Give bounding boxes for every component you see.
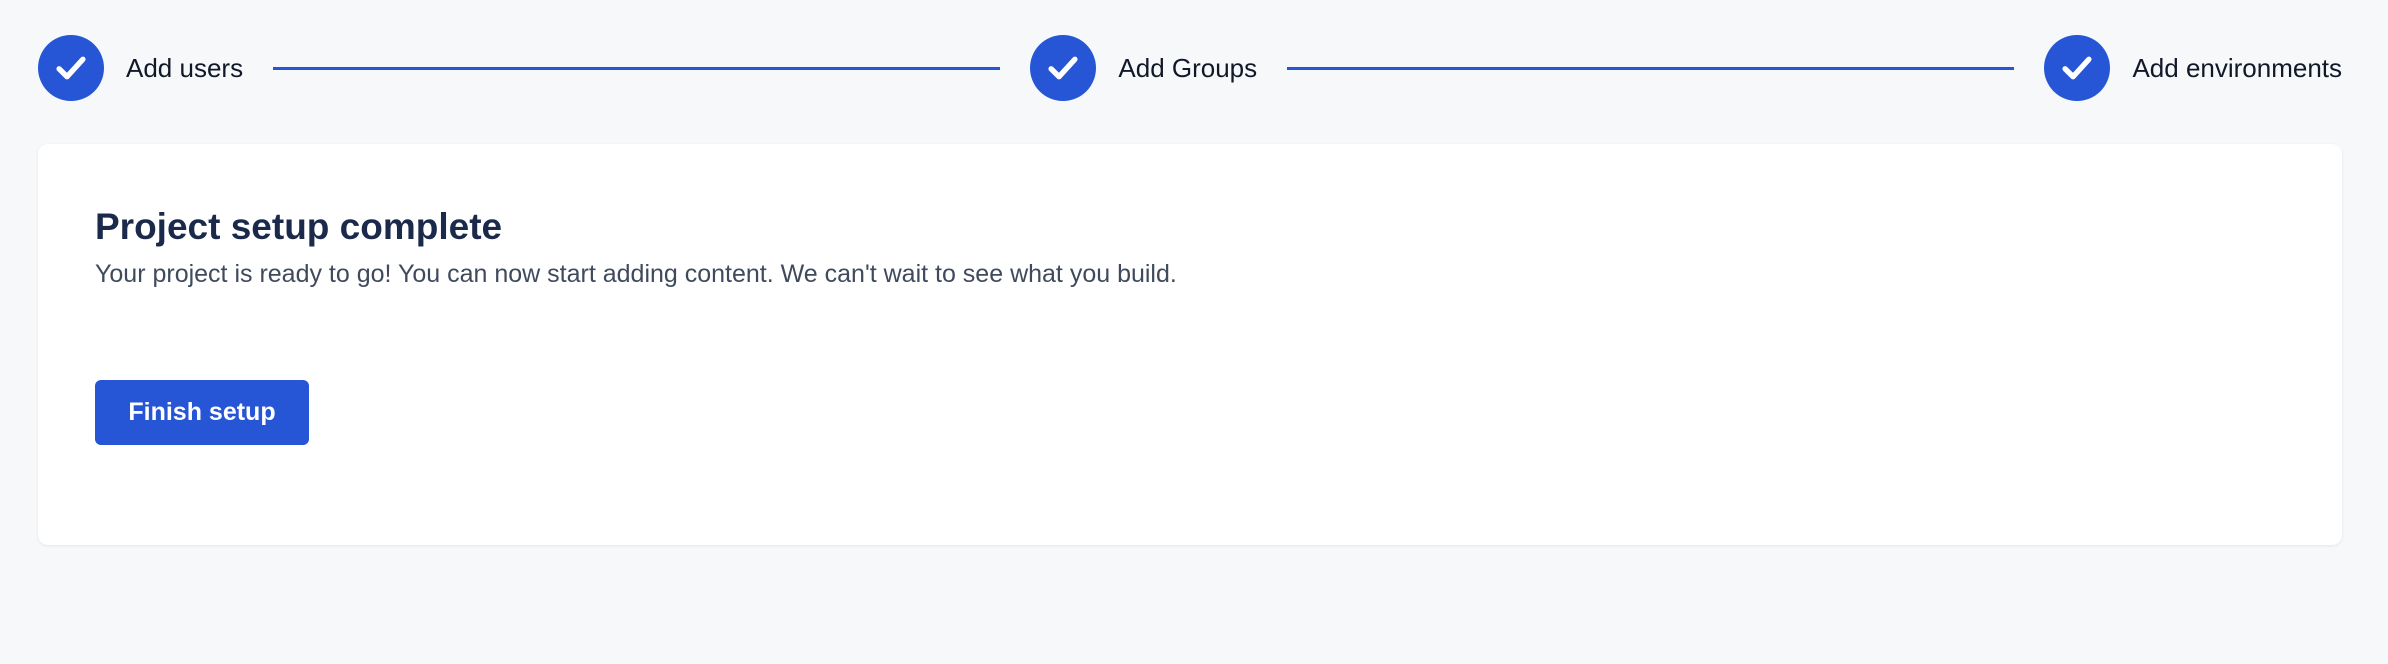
check-icon (2062, 56, 2093, 80)
step-label: Add environments (2132, 52, 2343, 83)
step-complete-indicator (2044, 35, 2111, 101)
finish-setup-button[interactable]: Finish setup (95, 380, 309, 445)
check-icon (56, 56, 86, 80)
step-connector (273, 66, 1001, 70)
step-complete-indicator (1030, 35, 1097, 101)
step-complete-indicator (38, 35, 104, 101)
step-connector (1287, 66, 2015, 70)
card-description: Your project is ready to go! You can now… (95, 260, 1177, 288)
check-icon (1048, 56, 1078, 80)
step-label: Add Groups (1118, 52, 1258, 83)
step-add-groups: Add Groups (1030, 35, 1257, 101)
setup-stepper: Add users Add Groups Add environments (38, 35, 2342, 101)
setup-complete-card: Project setup complete Your project is r… (38, 144, 2342, 545)
step-add-environments: Add environments (2044, 35, 2342, 101)
step-label: Add users (126, 52, 244, 83)
step-add-users: Add users (38, 35, 243, 101)
card-title: Project setup complete (95, 206, 503, 247)
